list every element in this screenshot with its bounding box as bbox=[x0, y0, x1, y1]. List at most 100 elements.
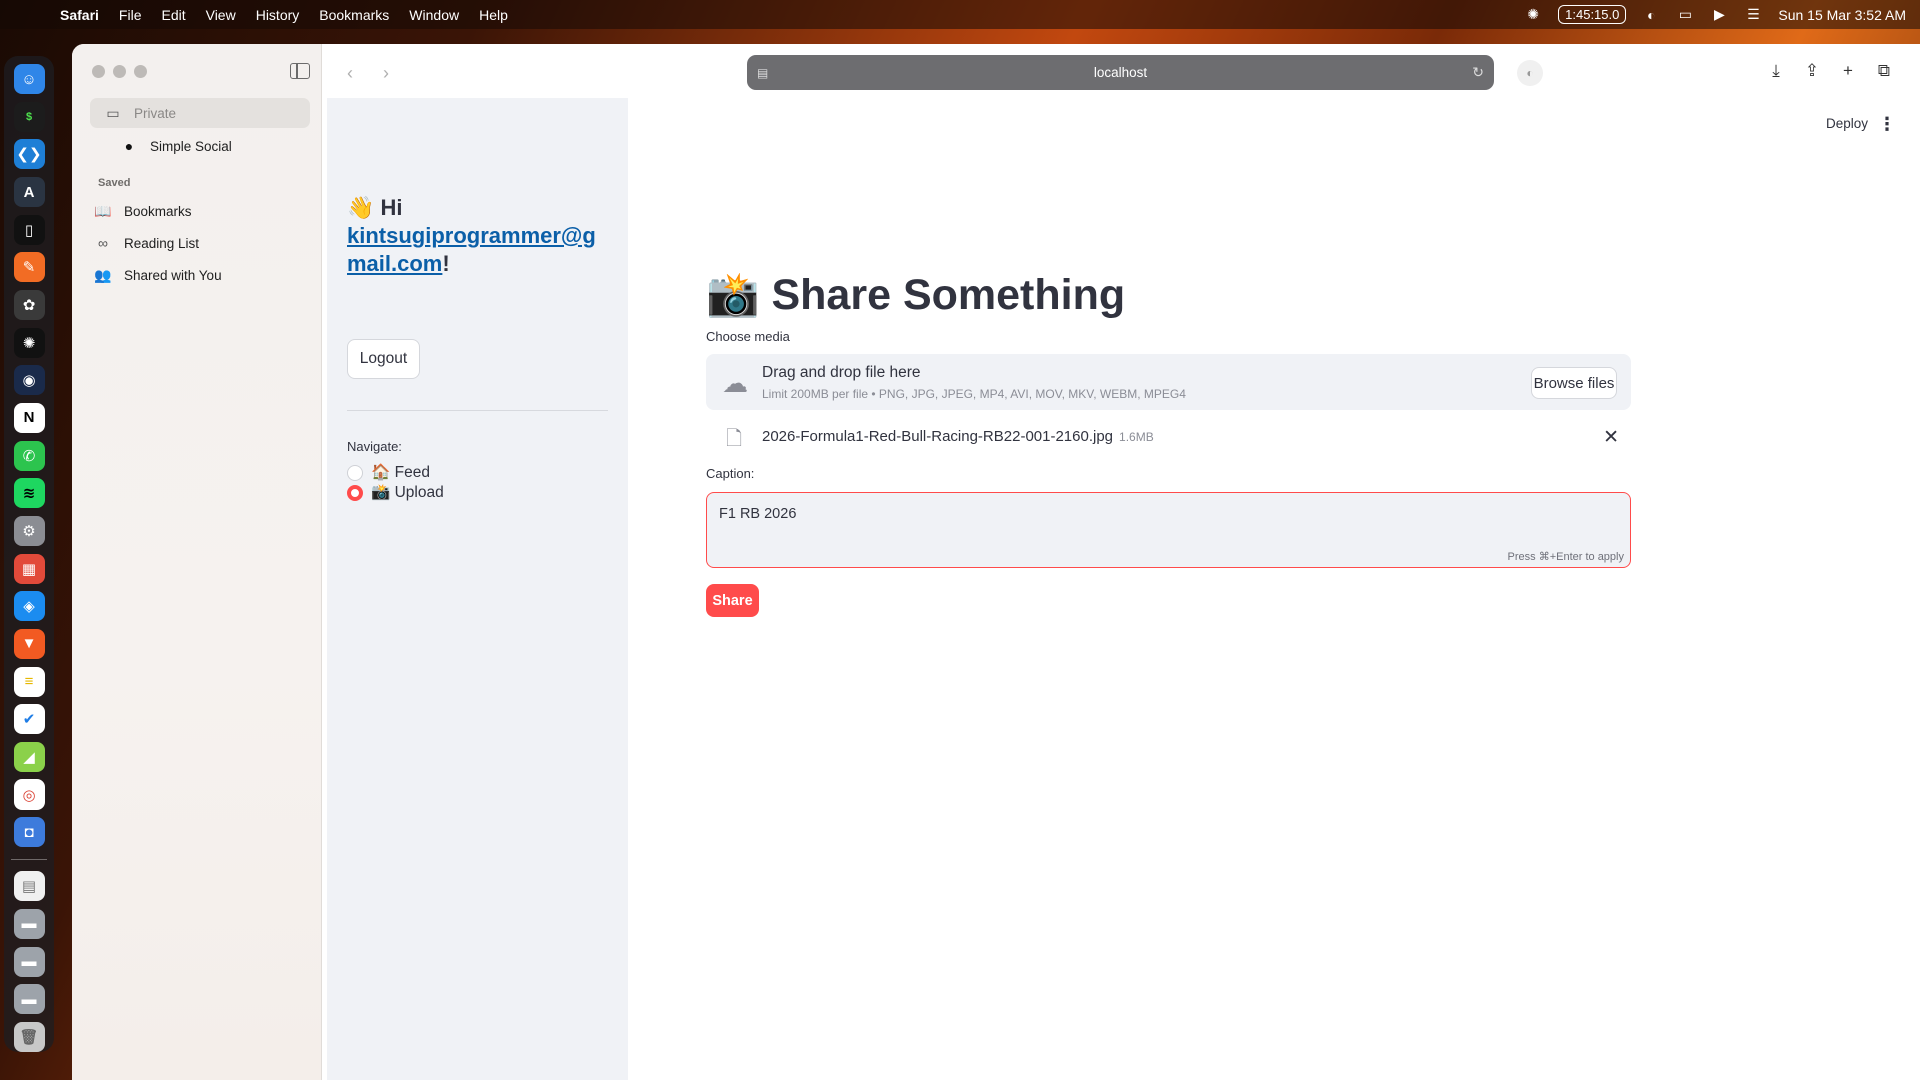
radio-option-feed[interactable]: 🏠 Feed bbox=[347, 463, 430, 482]
uploaded-file-row: 🗋 2026-Formula1-Red-Bull-Racing-RB22-001… bbox=[706, 420, 1631, 456]
spotify-icon[interactable]: ≋ bbox=[13, 478, 45, 509]
share-icon[interactable]: ⇪ bbox=[1800, 59, 1824, 83]
sidebar-item-reading-list[interactable]: ∞ Reading List bbox=[90, 228, 310, 258]
sidebar-divider bbox=[347, 410, 608, 411]
privacy-shield-icon[interactable]: ◐ bbox=[1517, 60, 1543, 86]
app-store-icon[interactable]: ◘ bbox=[13, 817, 45, 848]
menu-help[interactable]: Help bbox=[479, 7, 508, 23]
applications-folder-icon[interactable]: ▬ bbox=[13, 984, 45, 1015]
logout-button[interactable]: Logout bbox=[347, 339, 420, 379]
sidebar-item-shared-with-you[interactable]: 👥 Shared with You bbox=[90, 260, 310, 290]
control-center-icon[interactable]: ☰ bbox=[1744, 6, 1762, 24]
squirrel-icon[interactable]: ✿ bbox=[13, 289, 45, 321]
tab-overview-icon[interactable]: ⧉ bbox=[1872, 59, 1896, 83]
chatgpt-icon[interactable]: ✺ bbox=[13, 327, 45, 358]
whatsapp-icon[interactable]: ✆ bbox=[13, 440, 45, 471]
more-options-icon[interactable]: ⋮ bbox=[1878, 114, 1896, 135]
caption-hint: Press ⌘+Enter to apply bbox=[1507, 551, 1624, 563]
streamlit-favicon-icon: ● bbox=[124, 138, 134, 154]
file-size: 1.6MB bbox=[1119, 430, 1154, 444]
timer-badge[interactable]: 1:45:15.0 bbox=[1558, 5, 1627, 24]
back-icon[interactable]: ‹ bbox=[334, 61, 366, 85]
email-link[interactable]: kintsugiprogrammer@gmail.com bbox=[347, 223, 596, 276]
sidebar-item-label: Shared with You bbox=[124, 267, 222, 283]
greeting-suffix: ! bbox=[442, 251, 450, 276]
simulator-icon[interactable]: ▯ bbox=[13, 214, 45, 245]
notion-icon[interactable]: N bbox=[13, 402, 45, 434]
status-area: ✺ 1:45:15.0 ◐ ▭ ▶ ☰ Sun 15 Mar 3:52 AM bbox=[1524, 5, 1906, 24]
vscode-icon[interactable]: ❮❯ bbox=[13, 139, 45, 170]
settings-icon[interactable]: ⚙ bbox=[13, 515, 45, 547]
notes-icon[interactable]: ≡ bbox=[13, 666, 45, 697]
address-bar[interactable]: ▤ localhost ↻ bbox=[747, 55, 1494, 90]
menu-history[interactable]: History bbox=[256, 7, 300, 23]
sidebar-item-bookmarks[interactable]: 📖 Bookmarks bbox=[90, 196, 310, 226]
radio-label-feed: 🏠 Feed bbox=[371, 464, 430, 481]
brave-icon[interactable]: ▼ bbox=[13, 628, 45, 659]
file-name-text: 2026-Formula1-Red-Bull-Racing-RB22-001-2… bbox=[762, 428, 1114, 445]
window-controls bbox=[92, 65, 147, 78]
reload-icon[interactable]: ↻ bbox=[1472, 64, 1484, 81]
colorsync-icon[interactable]: ◐ bbox=[1642, 6, 1660, 24]
downloads-folder-icon[interactable]: ▬ bbox=[13, 946, 45, 977]
minimize-window-button[interactable] bbox=[113, 65, 126, 78]
menu-app-name[interactable]: Safari bbox=[60, 7, 99, 23]
pen-app-icon[interactable]: ✎ bbox=[13, 252, 45, 283]
battery-icon[interactable]: ▭ bbox=[1676, 6, 1694, 24]
safari-icon[interactable]: ◈ bbox=[13, 591, 45, 622]
people-icon: 👥 bbox=[94, 266, 112, 283]
folder-icon[interactable]: ▬ bbox=[13, 908, 45, 940]
menu-window[interactable]: Window bbox=[409, 7, 459, 23]
radio-option-upload[interactable]: 📸 Upload bbox=[347, 483, 444, 502]
caption-textarea[interactable]: F1 RB 2026 Press ⌘+Enter to apply bbox=[706, 492, 1631, 568]
document-icon[interactable]: ▤ bbox=[13, 871, 45, 902]
app-main: Deploy ⋮ 📸 Share Something Choose media … bbox=[628, 98, 1920, 1080]
obs-icon[interactable]: ◉ bbox=[13, 365, 45, 396]
glasses-icon: ∞ bbox=[98, 235, 108, 251]
private-tab-group[interactable]: ▭ Private bbox=[90, 98, 310, 128]
openai-icon[interactable]: ✺ bbox=[1524, 6, 1542, 24]
trash-icon[interactable]: 🗑 bbox=[13, 1021, 45, 1053]
toolbar-actions: ⤓ ⇪ + ⧉ bbox=[1764, 59, 1896, 83]
deploy-button[interactable]: Deploy bbox=[1826, 116, 1868, 131]
menu-file[interactable]: File bbox=[119, 7, 142, 23]
app-sidebar: 👋 Hi kintsugiprogrammer@gmail.com! Logou… bbox=[327, 98, 628, 1080]
dropzone-title: Drag and drop file here bbox=[762, 364, 921, 381]
menu-edit[interactable]: Edit bbox=[161, 7, 185, 23]
navigation-buttons: ‹ › bbox=[334, 61, 402, 85]
menu-bookmarks[interactable]: Bookmarks bbox=[319, 7, 389, 23]
browse-files-button[interactable]: Browse files bbox=[1531, 367, 1617, 399]
sidebar-tab-simple-social[interactable]: ● Simple Social bbox=[90, 131, 310, 161]
forward-icon[interactable]: › bbox=[370, 61, 402, 85]
clock[interactable]: Sun 15 Mar 3:52 AM bbox=[1778, 7, 1906, 23]
cloud-upload-icon: ☁ bbox=[722, 368, 748, 398]
radio-button-upload[interactable] bbox=[347, 484, 363, 501]
downloads-icon[interactable]: ⤓ bbox=[1764, 59, 1788, 83]
dropzone-limit: Limit 200MB per file • PNG, JPG, JPEG, M… bbox=[762, 387, 1186, 401]
tasks-icon[interactable]: ✔ bbox=[13, 704, 45, 735]
share-button[interactable]: Share bbox=[706, 584, 759, 617]
maps-icon[interactable]: ◢ bbox=[13, 741, 45, 772]
remove-file-icon[interactable]: ✕ bbox=[1603, 426, 1619, 449]
finder-icon[interactable]: ☺ bbox=[13, 64, 45, 95]
menu-view[interactable]: View bbox=[206, 7, 236, 23]
new-tab-icon[interactable]: + bbox=[1836, 59, 1860, 83]
sidebar-toggle-icon[interactable] bbox=[290, 63, 310, 79]
chrome-icon[interactable]: ◎ bbox=[13, 779, 45, 810]
calendar-app-icon[interactable]: ▦ bbox=[13, 553, 45, 584]
sidebar-item-label: Reading List bbox=[124, 235, 200, 251]
menu-bar: Safari File Edit View History Bookmarks … bbox=[0, 0, 1920, 29]
zoom-window-button[interactable] bbox=[134, 65, 147, 78]
browser-window: ▭ Private ● Simple Social Saved 📖 Bookma… bbox=[72, 44, 1920, 1080]
safari-sidebar: ▭ Private ● Simple Social Saved 📖 Bookma… bbox=[72, 44, 322, 1080]
private-label: Private bbox=[134, 105, 177, 121]
terminal-icon[interactable]: $ bbox=[13, 101, 45, 132]
radio-button-feed[interactable] bbox=[347, 464, 363, 481]
tab-label: Simple Social bbox=[150, 138, 232, 154]
xcode-icon[interactable]: A bbox=[13, 176, 45, 208]
play-icon[interactable]: ▶ bbox=[1710, 6, 1728, 24]
saved-section-title: Saved bbox=[98, 177, 131, 189]
close-window-button[interactable] bbox=[92, 65, 105, 78]
page-menu-icon[interactable]: ▤ bbox=[757, 66, 768, 80]
file-dropzone[interactable]: ☁ Drag and drop file here Limit 200MB pe… bbox=[706, 354, 1631, 410]
